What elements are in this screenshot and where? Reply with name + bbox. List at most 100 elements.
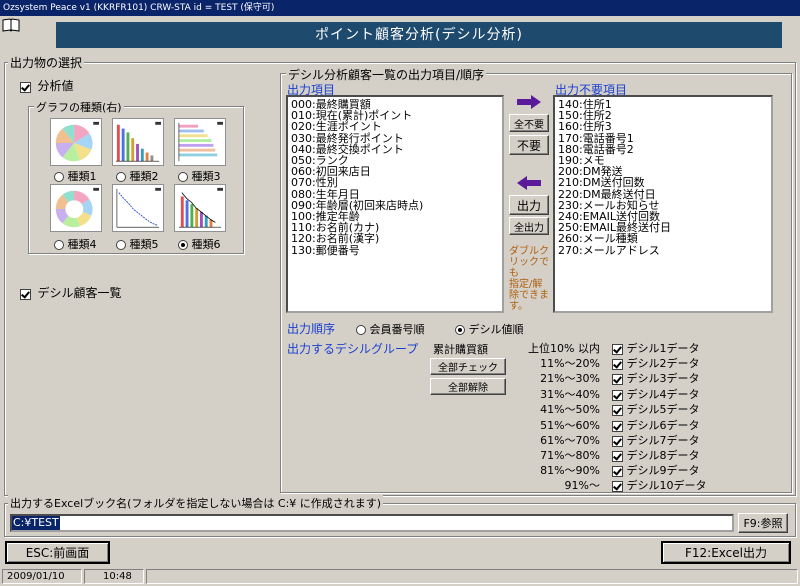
checkbox-box[interactable]: [612, 465, 623, 477]
decile-3-label: デシル3データ: [626, 372, 700, 385]
decile-10-checkbox[interactable]: デシル10データ: [612, 477, 707, 493]
decile-6-label: デシル6データ: [626, 419, 700, 432]
unneeded-items-listbox[interactable]: 140:住所1 150:住所2 160:住所3 170:電話番号1 180:電話…: [553, 95, 773, 313]
order-decile-label: デシル値順: [468, 323, 524, 336]
status-date: 2009/01/10: [2, 569, 82, 584]
graph-thumb-5[interactable]: [112, 184, 164, 232]
check-all-button[interactable]: 全部チェック: [430, 358, 506, 375]
combo-chart-icon: [178, 187, 223, 228]
decile-9-label: デシル9データ: [626, 464, 700, 477]
decile-3-checkbox[interactable]: デシル3データ: [612, 370, 700, 386]
radio-dot[interactable]: [178, 240, 188, 250]
decile-2-label: デシル2データ: [626, 357, 700, 370]
graph-type-6-radio[interactable]: 種類6: [178, 236, 221, 252]
decile-1-checkbox[interactable]: デシル1データ: [612, 340, 700, 356]
radio-dot[interactable]: [54, 172, 64, 182]
decile-8-checkbox[interactable]: デシル8データ: [612, 447, 700, 463]
list-item[interactable]: 130:郵便番号: [291, 244, 499, 255]
radio-dot[interactable]: [178, 172, 188, 182]
decile-7-checkbox[interactable]: デシル7データ: [612, 432, 700, 448]
decile-8-label: デシル8データ: [626, 449, 700, 462]
graph-type-5-label: 種類5: [129, 238, 159, 251]
unneeded-button[interactable]: 不要: [509, 135, 549, 155]
list-item[interactable]: 210:DM送付回数: [558, 177, 768, 188]
range-label: 21%～30%: [540, 372, 600, 385]
list-item[interactable]: 070:性別: [291, 177, 499, 188]
bar-chart-icon: [115, 121, 161, 162]
graph-thumb-3[interactable]: [174, 118, 226, 166]
excel-output-button[interactable]: F12:Excel出力: [661, 541, 791, 564]
radio-dot[interactable]: [356, 325, 366, 335]
back-button[interactable]: ESC:前画面: [5, 541, 110, 564]
decile-list-label: デシル顧客一覧: [37, 286, 122, 300]
graph-type-3-radio[interactable]: 種類3: [178, 168, 221, 184]
graph-type-3-label: 種類3: [191, 170, 221, 183]
graph-thumb-6[interactable]: [174, 184, 226, 232]
double-click-hint: ダブルク リックでも 指定/解 除できま す。: [509, 246, 549, 312]
graph-type-6-label: 種類6: [191, 238, 221, 251]
uncheck-all-button[interactable]: 全部解除: [430, 378, 506, 395]
all-unneeded-button[interactable]: 全不要: [509, 114, 549, 132]
order-member-radio[interactable]: 会員番号順: [356, 321, 425, 337]
checkbox-box[interactable]: [20, 81, 31, 93]
output-items-listbox[interactable]: 000:最終購買額 010:現在(累計)ポイント 020:生涯ポイント 030:…: [286, 95, 504, 313]
decile-5-label: デシル5データ: [626, 403, 700, 416]
graph-thumb-1[interactable]: [50, 118, 102, 166]
status-blank: [146, 569, 798, 584]
decile-5-checkbox[interactable]: デシル5データ: [612, 401, 700, 417]
browse-button[interactable]: F9:参照: [738, 513, 788, 533]
decile-4-checkbox[interactable]: デシル4データ: [612, 386, 700, 402]
checkbox-box[interactable]: [20, 288, 31, 300]
list-item[interactable]: 270:メールアドレス: [558, 244, 768, 255]
analysis-value-checkbox[interactable]: 分析値: [20, 77, 74, 94]
range-label: 81%～90%: [540, 464, 600, 477]
radio-dot[interactable]: [54, 240, 64, 250]
list-item[interactable]: 260:メール種類: [558, 233, 768, 244]
arrow-left-icon[interactable]: [516, 176, 542, 190]
order-decile-radio[interactable]: デシル値順: [455, 321, 524, 337]
excel-book-name-input[interactable]: C:¥TEST: [10, 514, 734, 532]
graph-type-5-radio[interactable]: 種類5: [116, 236, 159, 252]
range-label: 61%～70%: [540, 434, 600, 447]
decile-list-checkbox[interactable]: デシル顧客一覧: [20, 284, 122, 301]
range-label: 51%～60%: [540, 419, 600, 432]
all-output-button[interactable]: 全出力: [509, 217, 549, 235]
range-label: 上位10% 以内: [528, 342, 600, 355]
output-button[interactable]: 出力: [509, 195, 549, 215]
list-item[interactable]: 020:生涯ポイント: [291, 121, 499, 132]
checkbox-box[interactable]: [612, 389, 623, 401]
decile-6-checkbox[interactable]: デシル6データ: [612, 417, 700, 433]
range-label: 11%～20%: [540, 357, 600, 370]
range-label: 91%～: [564, 479, 600, 492]
range-label: 31%～40%: [540, 388, 600, 401]
graph-thumb-2[interactable]: [112, 118, 164, 166]
graph-type-4-radio[interactable]: 種類4: [54, 236, 97, 252]
list-item[interactable]: 120:お名前(漢字): [291, 233, 499, 244]
graph-type-2-radio[interactable]: 種類2: [116, 168, 159, 184]
graph-type-1-radio[interactable]: 種類1: [54, 168, 97, 184]
horizontal-bar-chart-icon: [178, 121, 223, 162]
graph-thumb-4[interactable]: [50, 184, 102, 232]
donut-chart-icon: [55, 187, 99, 228]
checkbox-box[interactable]: [612, 480, 623, 492]
checkbox-box[interactable]: [612, 404, 623, 416]
checkbox-box[interactable]: [612, 420, 623, 432]
decile-9-checkbox[interactable]: デシル9データ: [612, 462, 700, 478]
checkbox-box[interactable]: [612, 373, 623, 385]
checkbox-box[interactable]: [612, 358, 623, 370]
checkbox-box[interactable]: [612, 450, 623, 462]
radio-dot[interactable]: [116, 240, 126, 250]
cumulative-label: 累計購買額: [433, 343, 488, 356]
arrow-right-icon[interactable]: [516, 95, 542, 109]
status-time: 10:48: [84, 569, 144, 584]
radio-dot[interactable]: [455, 325, 465, 335]
list-item[interactable]: 160:住所3: [558, 121, 768, 132]
decile-2-checkbox[interactable]: デシル2データ: [612, 355, 700, 371]
analysis-value-label: 分析値: [37, 79, 74, 93]
checkbox-box[interactable]: [612, 343, 623, 355]
radio-dot[interactable]: [116, 172, 126, 182]
decile-1-label: デシル1データ: [626, 342, 700, 355]
output-selection-legend: 出力物の選択: [8, 54, 85, 71]
graph-type-2-label: 種類2: [129, 170, 159, 183]
checkbox-box[interactable]: [612, 435, 623, 447]
